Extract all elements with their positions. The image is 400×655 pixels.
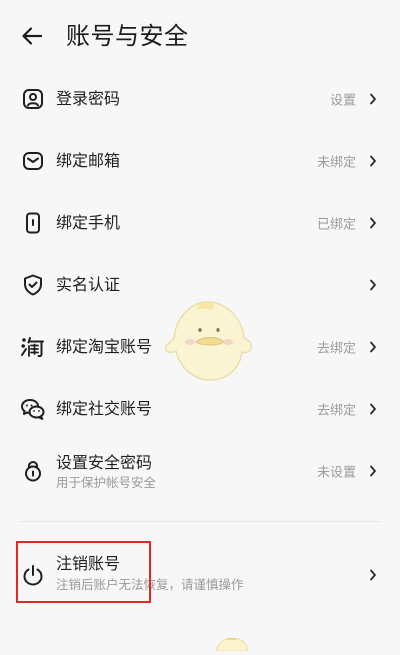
bind-social-label: 绑定社交账号 xyxy=(56,399,153,418)
mail-icon xyxy=(20,148,46,174)
deactivate-account-row[interactable]: 注销账号 注销后账户无法恢复，请谨慎操作 xyxy=(0,546,400,604)
chevron-right-icon xyxy=(368,216,378,230)
chevron-right-icon xyxy=(368,154,378,168)
power-icon xyxy=(20,562,46,588)
chevron-right-icon xyxy=(368,340,378,354)
chevron-right-icon xyxy=(368,92,378,106)
chevron-right-icon xyxy=(368,464,378,478)
bind-email-label: 绑定邮箱 xyxy=(56,151,121,170)
bind-social-row[interactable]: 绑定社交账号 去绑定 xyxy=(0,381,400,437)
bind-phone-row[interactable]: 绑定手机 已绑定 xyxy=(0,195,400,251)
taobao-icon xyxy=(20,334,46,360)
chevron-right-icon xyxy=(368,278,378,292)
page-title: 账号与安全 xyxy=(66,22,189,50)
lock-icon xyxy=(20,458,46,484)
real-name-label: 实名认证 xyxy=(56,275,121,294)
bind-taobao-label: 绑定淘宝账号 xyxy=(56,337,153,356)
mascot-peek-icon xyxy=(212,636,252,652)
bind-email-row[interactable]: 绑定邮箱 未绑定 xyxy=(0,133,400,189)
arrow-left-icon xyxy=(22,27,43,45)
deactivate-account-subtitle: 注销后账户无法恢复，请谨慎操作 xyxy=(56,577,244,592)
phone-icon xyxy=(20,210,46,236)
security-password-row[interactable]: 设置安全密码 用于保护帐号安全 未设置 xyxy=(0,443,400,499)
bind-phone-label: 绑定手机 xyxy=(56,213,121,232)
bind-phone-status: 已绑定 xyxy=(316,217,356,233)
login-password-row[interactable]: 登录密码 设置 xyxy=(0,71,400,127)
login-password-label: 登录密码 xyxy=(56,89,121,108)
bind-email-status: 未绑定 xyxy=(316,155,356,171)
back-button[interactable] xyxy=(16,20,48,52)
section-divider xyxy=(20,521,380,522)
security-password-label: 设置安全密码 xyxy=(56,453,153,472)
bind-taobao-status: 去绑定 xyxy=(316,341,356,357)
chevron-right-icon xyxy=(368,402,378,416)
login-password-status: 设置 xyxy=(329,93,356,109)
chat-bubbles-icon xyxy=(20,396,46,422)
header-bar: 账号与安全 xyxy=(0,0,400,72)
chevron-right-icon xyxy=(368,568,378,582)
security-password-status: 未设置 xyxy=(316,465,356,481)
user-badge-icon xyxy=(20,86,46,112)
shield-check-icon xyxy=(20,272,46,298)
mascot-sticker-icon xyxy=(160,296,256,386)
deactivate-account-label: 注销账号 xyxy=(56,554,121,573)
security-password-subtitle: 用于保护帐号安全 xyxy=(56,475,157,490)
bind-social-status: 去绑定 xyxy=(316,403,356,419)
